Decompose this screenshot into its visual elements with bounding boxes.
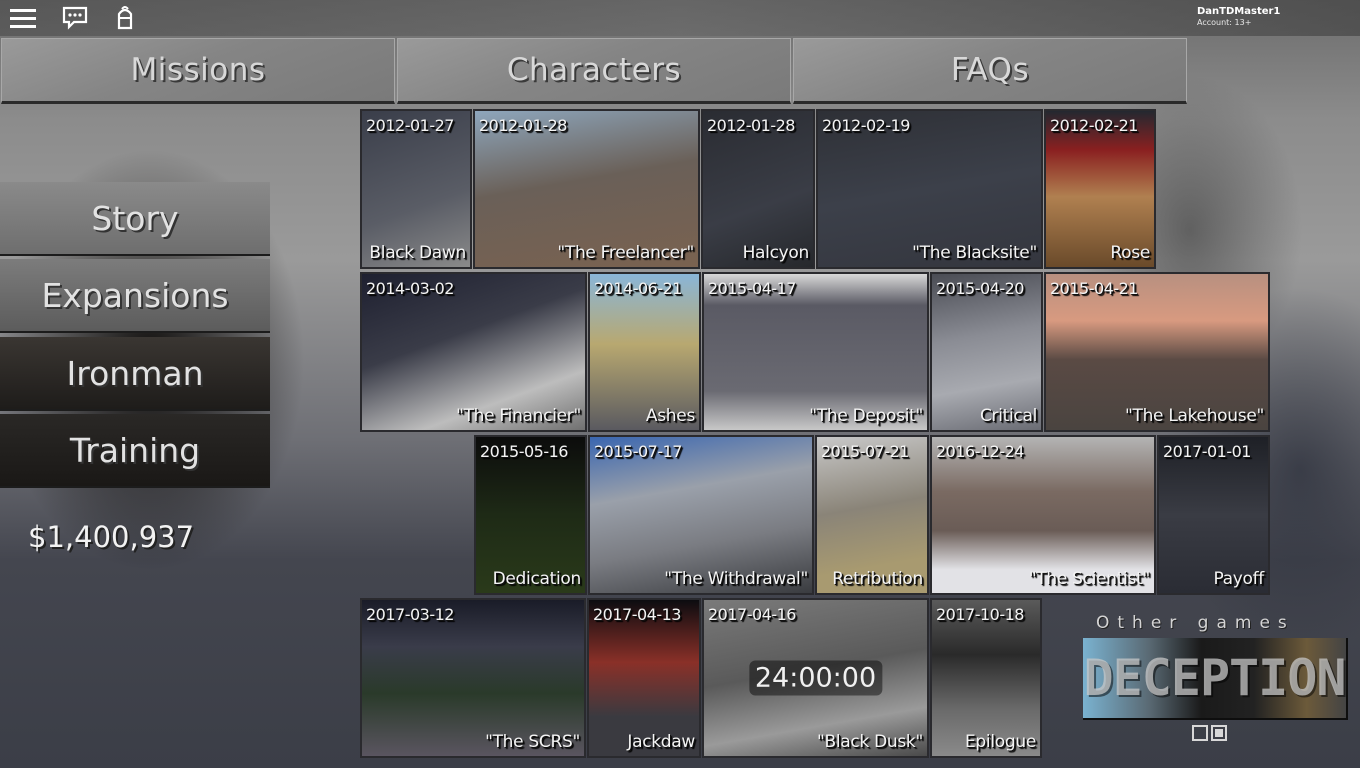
tab-faqs[interactable]: FAQs: [793, 38, 1187, 104]
mission-title: Retribution: [832, 569, 923, 589]
sidebar-item-story[interactable]: Story: [0, 182, 270, 256]
sidebar-item-ironman[interactable]: Ironman: [0, 337, 270, 411]
mission-date: 2012-01-27: [366, 116, 454, 135]
mission-date: 2015-07-21: [821, 442, 909, 461]
mission-title: Black Dawn: [369, 243, 466, 263]
mission-date: 2014-03-02: [366, 279, 454, 298]
mission-tile[interactable]: 2012-01-28 Halcyon: [701, 109, 815, 269]
mission-tile[interactable]: 2012-01-28 "The Freelancer": [473, 109, 700, 269]
mission-date: 2017-04-13: [593, 605, 681, 624]
mission-tile[interactable]: 2012-01-27 Black Dawn: [360, 109, 472, 269]
pager-page-2[interactable]: [1211, 725, 1227, 741]
mission-title: Payoff: [1213, 569, 1264, 589]
user-info: DanTDMaster1 Account: 13+: [1197, 6, 1280, 28]
mission-date: 2017-10-18: [936, 605, 1024, 624]
mission-title: Jackdaw: [627, 732, 695, 752]
top-bar: DanTDMaster1 Account: 13+: [0, 0, 1360, 36]
deception-game-banner[interactable]: DECEPTION: [1083, 638, 1348, 720]
mission-title: Ashes: [645, 406, 695, 426]
mission-date: 2015-05-16: [480, 442, 568, 461]
mission-title: Dedication: [492, 569, 582, 589]
mission-tile[interactable]: 2017-03-12 "The SCRS": [360, 598, 586, 758]
tab-label: Missions: [130, 52, 266, 88]
mission-tile[interactable]: 2015-04-21 "The Lakehouse": [1044, 272, 1270, 432]
tab-label: FAQs: [950, 52, 1030, 88]
menu-icon[interactable]: [8, 4, 38, 32]
mission-tile[interactable]: 2012-02-21 Rose: [1044, 109, 1156, 269]
mission-title: "The Blacksite": [912, 243, 1037, 263]
mission-title: "The Deposit": [809, 406, 923, 426]
mission-tile[interactable]: 2017-04-13 Jackdaw: [587, 598, 701, 758]
mission-tile[interactable]: 2014-03-02 "The Financier": [360, 272, 587, 432]
other-games-label: Other games: [1096, 613, 1295, 633]
mission-date: 2015-04-20: [936, 279, 1024, 298]
chat-icon[interactable]: [61, 4, 91, 32]
sidebar-item-expansions[interactable]: Expansions: [0, 259, 270, 333]
pager-page-1[interactable]: [1192, 725, 1208, 741]
mission-date: 2017-04-16: [708, 605, 796, 624]
tab-characters[interactable]: Characters: [397, 38, 791, 104]
tab-label: Characters: [506, 52, 682, 88]
mission-date: 2012-02-19: [822, 116, 910, 135]
backpack-icon[interactable]: [111, 4, 141, 32]
mission-title: "The Withdrawal": [664, 569, 808, 589]
sidebar-item-label: Story: [91, 198, 179, 238]
mission-date: 2015-04-21: [1050, 279, 1138, 298]
mission-tile[interactable]: 2016-12-24 "The Scientist": [930, 435, 1156, 595]
money-balance: $1,400,937: [28, 520, 195, 554]
tab-missions[interactable]: Missions: [1, 38, 395, 104]
mission-title: Rose: [1110, 243, 1150, 263]
mission-tile[interactable]: 2017-04-16 24:00:00 "Black Dusk": [702, 598, 929, 758]
mission-title: Halcyon: [742, 243, 810, 263]
mission-date: 2012-01-28: [707, 116, 795, 135]
mission-date: 2017-03-12: [366, 605, 454, 624]
banner-title: DECEPTION: [1083, 649, 1346, 707]
mission-title: Epilogue: [964, 732, 1036, 752]
mission-title: "The Freelancer": [557, 243, 694, 263]
account-age: Account: 13+: [1197, 18, 1252, 27]
sidebar-item-label: Expansions: [41, 275, 229, 315]
countdown-timer: 24:00:00: [748, 660, 883, 696]
mission-title: "The SCRS": [485, 732, 580, 752]
mission-title: Critical: [979, 406, 1037, 426]
mission-title: "The Financier": [456, 406, 581, 426]
mission-tile[interactable]: 2015-05-16 Dedication: [474, 435, 587, 595]
mission-tile[interactable]: 2017-01-01 Payoff: [1157, 435, 1270, 595]
sidebar-item-training[interactable]: Training: [0, 414, 270, 488]
mission-tile[interactable]: 2015-04-17 "The Deposit": [702, 272, 929, 432]
sidebar-item-label: Training: [69, 430, 201, 470]
mission-date: 2016-12-24: [936, 442, 1024, 461]
mission-title: "The Lakehouse": [1124, 406, 1264, 426]
mission-date: 2014-06-21: [594, 279, 682, 298]
mission-title: "The Scientist": [1028, 569, 1150, 589]
mission-tile[interactable]: 2015-07-21 Retribution: [815, 435, 929, 595]
banner-pager: [1192, 725, 1227, 741]
mission-tile[interactable]: 2015-04-20 Critical: [930, 272, 1043, 432]
sidebar-item-label: Ironman: [66, 353, 204, 393]
mission-date: 2017-01-01: [1163, 442, 1251, 461]
mission-tile[interactable]: 2014-06-21 Ashes: [588, 272, 701, 432]
mission-tile[interactable]: 2015-07-17 "The Withdrawal": [588, 435, 814, 595]
mission-tile[interactable]: 2017-10-18 Epilogue: [930, 598, 1042, 758]
mission-date: 2015-04-17: [708, 279, 796, 298]
mission-date: 2012-02-21: [1050, 116, 1138, 135]
mission-tile[interactable]: 2012-02-19 "The Blacksite": [816, 109, 1043, 269]
mission-title: "Black Dusk": [816, 732, 923, 752]
mission-date: 2012-01-28: [479, 116, 567, 135]
username: DanTDMaster1: [1197, 6, 1281, 17]
mission-date: 2015-07-17: [594, 442, 682, 461]
